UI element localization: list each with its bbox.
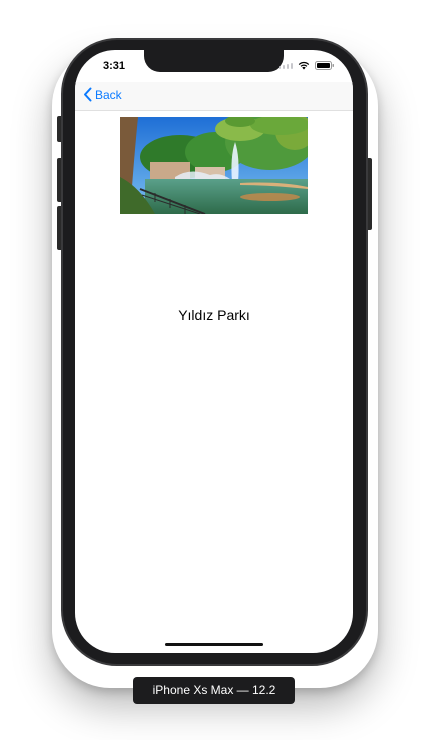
status-time: 3:31 <box>103 60 126 72</box>
notch <box>144 50 284 72</box>
navigation-bar: Back <box>75 82 353 111</box>
battery-icon <box>315 61 334 70</box>
chevron-left-icon <box>84 87 92 102</box>
place-title: Yıldız Parkı <box>178 307 250 323</box>
phone-screen: 3:31 Back Yıldız Parkı <box>75 50 353 653</box>
wifi-icon <box>298 61 310 70</box>
simulator-device-label: iPhone Xs Max — 12.2 <box>133 677 295 704</box>
back-button[interactable]: Back <box>83 87 122 102</box>
back-label: Back <box>95 87 122 102</box>
simulator-stage: 3:31 Back Yıldız Parkı iPhone Xs Max — 1… <box>0 0 429 740</box>
park-photo <box>120 117 308 214</box>
signal-icon <box>279 62 293 69</box>
home-indicator <box>165 643 263 646</box>
status-icons <box>279 61 335 70</box>
